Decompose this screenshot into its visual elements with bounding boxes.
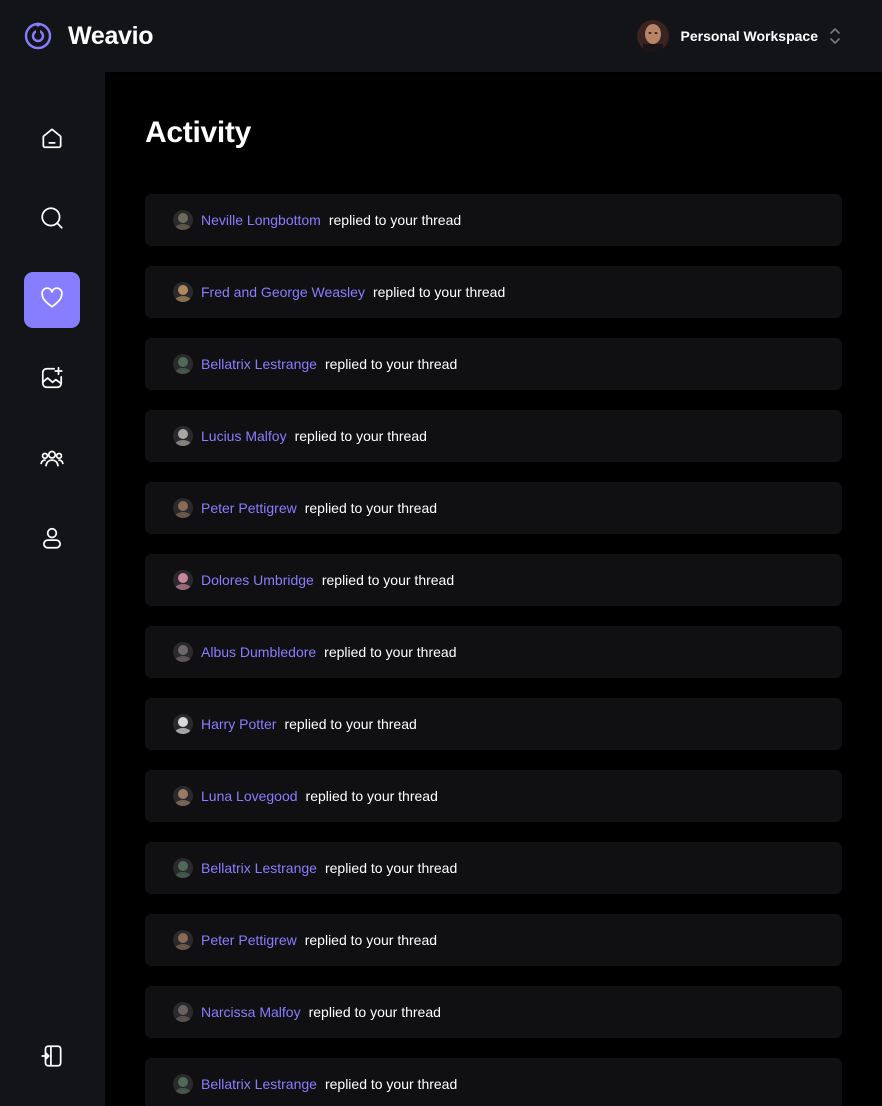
activity-user-name[interactable]: Dolores Umbridge xyxy=(201,572,314,588)
activity-action-text: replied to your thread xyxy=(324,860,458,876)
activity-item[interactable]: Neville Longbottom replied to your thread xyxy=(145,194,842,246)
top-bar: Weavio Personal Workspace xyxy=(0,0,882,72)
nav-activity[interactable] xyxy=(24,272,80,328)
activity-action-text: replied to your thread xyxy=(304,500,438,516)
activity-user-name[interactable]: Neville Longbottom xyxy=(201,212,321,228)
nav-logout[interactable] xyxy=(24,1030,80,1086)
activity-item[interactable]: Albus Dumbledore replied to your thread xyxy=(145,626,842,678)
activity-action-text: replied to your thread xyxy=(305,788,438,804)
activity-user-name[interactable]: Bellatrix Lestrange xyxy=(201,860,317,876)
activity-item[interactable]: Narcissa Malfoy replied to your thread xyxy=(145,986,842,1038)
activity-item[interactable]: Fred and George Weasley replied to your t… xyxy=(145,266,842,318)
activity-item[interactable]: Dolores Umbridge replied to your thread xyxy=(145,554,842,606)
heart-icon xyxy=(39,285,65,316)
search-icon xyxy=(39,205,65,236)
activity-action-text: replied to your thread xyxy=(324,644,457,660)
activity-item[interactable]: Peter Pettigrew replied to your thread xyxy=(145,482,842,534)
main-content: Activity Neville Longbottom replied to yo… xyxy=(105,72,882,1106)
app-name: Weavio xyxy=(68,21,154,50)
activity-action-text: replied to your thread xyxy=(304,932,438,948)
activity-user-name[interactable]: Peter Pettigrew xyxy=(201,932,297,948)
activity-action-text: replied to your thread xyxy=(324,1076,458,1092)
user-avatar xyxy=(173,1074,193,1094)
activity-item[interactable]: Bellatrix Lestrange replied to your threa… xyxy=(145,338,842,390)
weavio-logo-icon xyxy=(22,20,54,52)
activity-action-text: replied to your thread xyxy=(294,428,427,444)
activity-action-text: replied to your thread xyxy=(308,1004,441,1020)
activity-user-name[interactable]: Peter Pettigrew xyxy=(201,500,297,516)
user-avatar xyxy=(173,858,193,878)
chevron-up-down-icon xyxy=(828,25,842,47)
activity-user-name[interactable]: Fred and George Weasley xyxy=(201,284,365,300)
user-avatar xyxy=(173,210,193,230)
activity-user-name[interactable]: Lucius Malfoy xyxy=(201,428,287,444)
logout-icon xyxy=(39,1043,65,1074)
activity-user-name[interactable]: Albus Dumbledore xyxy=(201,644,316,660)
activity-list: Neville Longbottom replied to your thread… xyxy=(145,194,842,1106)
workspace-avatar xyxy=(636,20,669,52)
activity-user-name[interactable]: Bellatrix Lestrange xyxy=(201,356,317,372)
brand-logo-link[interactable]: Weavio xyxy=(22,20,154,52)
user-avatar xyxy=(173,498,193,518)
user-avatar xyxy=(173,426,193,446)
activity-user-name[interactable]: Bellatrix Lestrange xyxy=(201,1076,317,1092)
activity-item[interactable]: Lucius Malfoy replied to your thread xyxy=(145,410,842,462)
user-avatar xyxy=(173,642,193,662)
home-icon xyxy=(39,125,65,156)
user-avatar xyxy=(173,714,193,734)
activity-action-text: replied to your thread xyxy=(324,356,458,372)
activity-user-name[interactable]: Harry Potter xyxy=(201,716,276,732)
user-avatar xyxy=(173,786,193,806)
activity-item[interactable]: Harry Potter replied to your thread xyxy=(145,698,842,750)
user-avatar xyxy=(173,282,193,302)
activity-item[interactable]: Luna Lovegood replied to your thread xyxy=(145,770,842,822)
workspace-switcher[interactable]: Personal Workspace xyxy=(636,20,842,52)
activity-user-name[interactable]: Luna Lovegood xyxy=(201,788,298,804)
activity-action-text: replied to your thread xyxy=(328,212,462,228)
people-icon xyxy=(39,445,65,476)
activity-action-text: replied to your thread xyxy=(284,716,417,732)
user-avatar xyxy=(173,930,193,950)
activity-item[interactable]: Peter Pettigrew replied to your thread xyxy=(145,914,842,966)
nav-community[interactable] xyxy=(24,432,80,488)
activity-action-text: replied to your thread xyxy=(321,572,455,588)
nav-home[interactable] xyxy=(24,112,80,168)
activity-action-text: replied to your thread xyxy=(372,284,506,300)
user-avatar xyxy=(173,1002,193,1022)
nav-create[interactable] xyxy=(24,352,80,408)
nav-search[interactable] xyxy=(24,192,80,248)
image-add-icon xyxy=(39,365,65,396)
activity-item[interactable]: Bellatrix Lestrange replied to your threa… xyxy=(145,1058,842,1106)
user-avatar xyxy=(173,570,193,590)
user-icon xyxy=(39,525,65,556)
nav-profile[interactable] xyxy=(24,512,80,568)
page-title: Activity xyxy=(145,116,251,149)
workspace-label: Personal Workspace xyxy=(680,28,818,44)
activity-item[interactable]: Bellatrix Lestrange replied to your threa… xyxy=(145,842,842,894)
user-avatar xyxy=(173,354,193,374)
activity-user-name[interactable]: Narcissa Malfoy xyxy=(201,1004,301,1020)
left-sidebar xyxy=(0,72,105,1106)
